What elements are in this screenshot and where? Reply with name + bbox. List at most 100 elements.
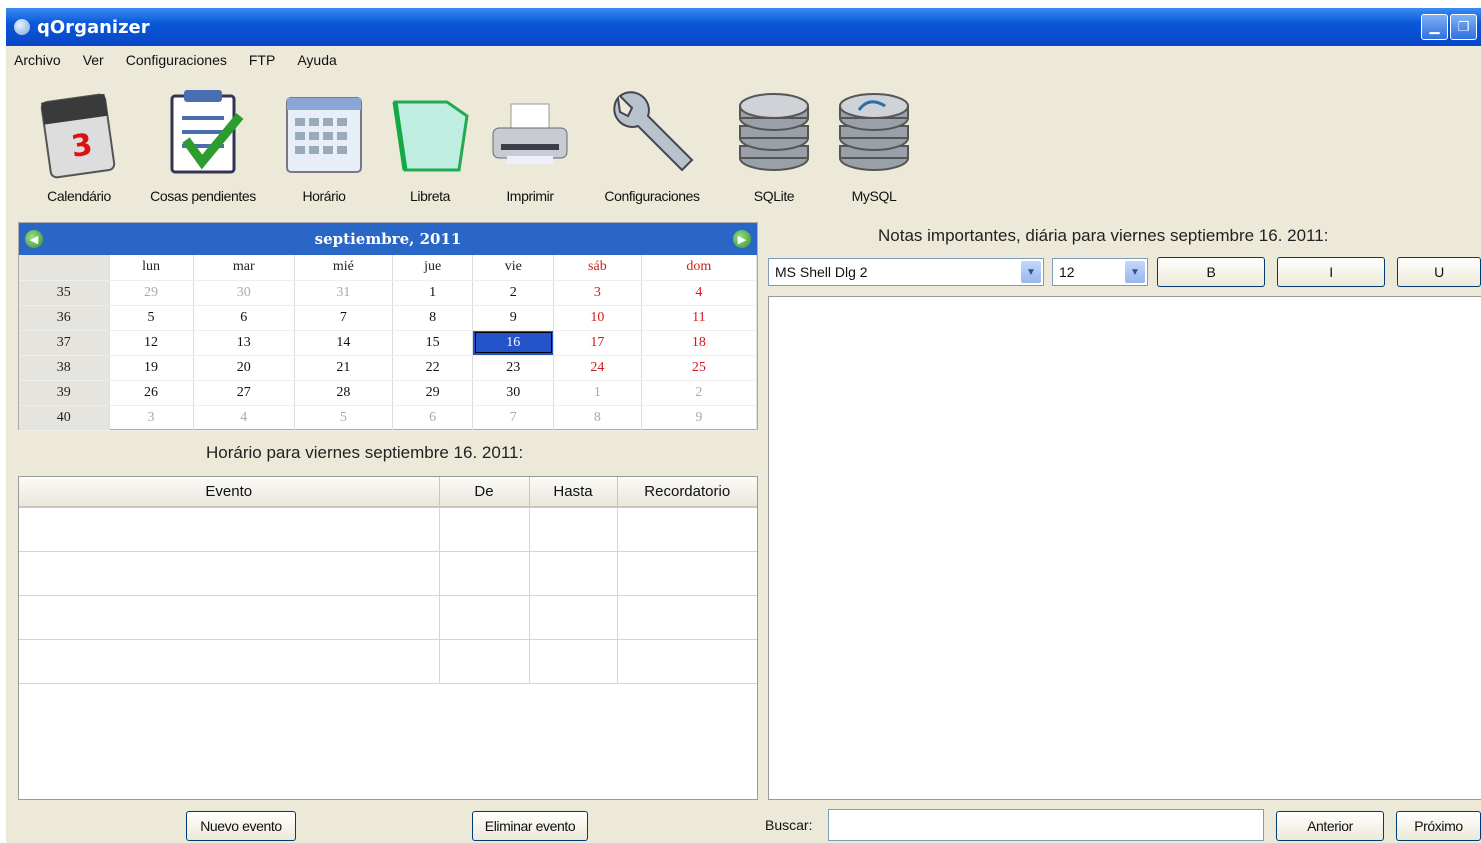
delete-event-button[interactable]: Eliminar evento	[472, 811, 588, 841]
column-header-hasta[interactable]: Hasta	[529, 477, 618, 508]
table-cell[interactable]	[439, 551, 530, 596]
underline-button[interactable]: U	[1397, 257, 1481, 287]
next-month-icon[interactable]: ▶	[733, 230, 751, 248]
menu-ayuda[interactable]: Ayuda	[297, 52, 336, 68]
chevron-down-icon[interactable]: ▼	[1021, 261, 1041, 283]
calendar-day[interactable]: 29	[392, 380, 474, 406]
calendar-day[interactable]: 8	[553, 405, 642, 431]
calendar-day[interactable]: 14	[294, 330, 393, 356]
table-row[interactable]	[19, 595, 757, 640]
menu-ver[interactable]: Ver	[83, 52, 104, 68]
calendar-day[interactable]: 5	[109, 305, 194, 331]
column-header-de[interactable]: De	[439, 477, 530, 508]
calendar-day[interactable]: 29	[109, 280, 194, 306]
calendar-day[interactable]: 17	[553, 330, 642, 356]
italic-button[interactable]: I	[1277, 257, 1385, 287]
calendar-day[interactable]: 7	[472, 405, 555, 431]
tool-imprimir[interactable]: Imprimir	[480, 78, 580, 204]
calendar-day[interactable]: 2	[472, 280, 555, 306]
table-cell[interactable]	[529, 507, 618, 552]
calendar-day[interactable]: 5	[294, 405, 393, 431]
column-header-recordatorio[interactable]: Recordatorio	[617, 477, 757, 508]
calendar-day[interactable]: 25	[641, 355, 758, 381]
calendar-day[interactable]: 9	[472, 305, 555, 331]
table-cell[interactable]	[19, 639, 440, 684]
calendar-day[interactable]: 6	[392, 405, 474, 431]
calendar-day[interactable]: 20	[193, 355, 295, 381]
maximize-button[interactable]: ❐	[1450, 14, 1477, 40]
calendar-day[interactable]: 13	[193, 330, 295, 356]
calendar-day[interactable]: 15	[392, 330, 474, 356]
calendar-day[interactable]: 2	[641, 380, 758, 406]
table-row[interactable]	[19, 551, 757, 596]
minimize-button[interactable]: ▁	[1421, 14, 1448, 40]
calendar-day[interactable]: 7	[294, 305, 393, 331]
calendar-day[interactable]: 24	[553, 355, 642, 381]
new-event-button[interactable]: Nuevo evento	[186, 811, 296, 841]
calendar-day[interactable]: 30	[472, 380, 555, 406]
calendar-day[interactable]: 26	[109, 380, 194, 406]
next-button[interactable]: Próximo	[1396, 811, 1481, 841]
menu-ftp[interactable]: FTP	[249, 52, 275, 68]
menu-archivo[interactable]: Archivo	[14, 52, 61, 68]
table-cell[interactable]	[529, 595, 618, 640]
calendar-day[interactable]: 1	[392, 280, 474, 306]
calendar-day[interactable]: 3	[553, 280, 642, 306]
title-bar: qOrganizer ▁ ❐	[6, 8, 1481, 46]
table-cell[interactable]	[529, 639, 618, 684]
table-cell[interactable]	[617, 551, 757, 596]
calendar-day[interactable]: 23	[472, 355, 555, 381]
table-cell[interactable]	[617, 639, 757, 684]
calendar-day[interactable]: 1	[553, 380, 642, 406]
table-cell[interactable]	[19, 595, 440, 640]
tool-calendario[interactable]: 3 Calendário	[20, 78, 138, 204]
prev-month-icon[interactable]: ◀	[25, 230, 43, 248]
selected-day[interactable]: 16	[472, 330, 555, 356]
calendar-day[interactable]: 9	[641, 405, 758, 431]
font-size-select[interactable]: 12 ▼	[1052, 258, 1148, 286]
calendar-day[interactable]: 27	[193, 380, 295, 406]
font-family-select[interactable]: MS Shell Dlg 2 ▼	[768, 258, 1044, 286]
calendar-day[interactable]: 28	[294, 380, 393, 406]
calendar-day[interactable]: 3	[109, 405, 194, 431]
week-number: 40	[19, 405, 110, 431]
search-input[interactable]	[828, 809, 1264, 841]
calendar-day[interactable]: 10	[553, 305, 642, 331]
calendar-day[interactable]: 12	[109, 330, 194, 356]
table-cell[interactable]	[529, 551, 618, 596]
calendar-day[interactable]: 22	[392, 355, 474, 381]
tool-configuraciones[interactable]: Configuraciones	[580, 78, 724, 204]
tool-mysql[interactable]: MySQL	[824, 78, 924, 204]
bold-button[interactable]: B	[1157, 257, 1265, 287]
calendar-day[interactable]: 19	[109, 355, 194, 381]
table-cell[interactable]	[617, 595, 757, 640]
menu-configuraciones[interactable]: Configuraciones	[126, 52, 227, 68]
notes-editor[interactable]	[768, 296, 1481, 800]
calendar-day[interactable]: 31	[294, 280, 393, 306]
calendar-day[interactable]: 6	[193, 305, 295, 331]
table-cell[interactable]	[439, 507, 530, 552]
calendar-day[interactable]: 4	[641, 280, 758, 306]
tool-horario[interactable]: Horário	[268, 78, 380, 204]
tool-cosas-pendientes[interactable]: Cosas pendientes	[138, 78, 268, 204]
tool-libreta[interactable]: Libreta	[380, 78, 480, 204]
table-cell[interactable]	[617, 507, 757, 552]
calendar-day[interactable]: 18	[641, 330, 758, 356]
calendar-day[interactable]: 30	[193, 280, 295, 306]
calendar-day[interactable]: 21	[294, 355, 393, 381]
table-cell[interactable]	[439, 639, 530, 684]
calendar-widget: ◀ septiembre, 2011 ▶ lun mar mié jue vie…	[18, 222, 758, 431]
calendar-day[interactable]: 8	[392, 305, 474, 331]
calendar-day[interactable]: 11	[641, 305, 758, 331]
table-row[interactable]	[19, 507, 757, 552]
table-cell[interactable]	[19, 551, 440, 596]
previous-button[interactable]: Anterior	[1276, 811, 1384, 841]
tool-sqlite[interactable]: SQLite	[724, 78, 824, 204]
table-cell[interactable]	[439, 595, 530, 640]
table-cell[interactable]	[19, 507, 440, 552]
calendar-day[interactable]: 4	[193, 405, 295, 431]
table-row[interactable]	[19, 639, 757, 684]
week-number: 38	[19, 355, 110, 381]
chevron-down-icon[interactable]: ▼	[1125, 261, 1145, 283]
column-header-evento[interactable]: Evento	[19, 477, 440, 508]
